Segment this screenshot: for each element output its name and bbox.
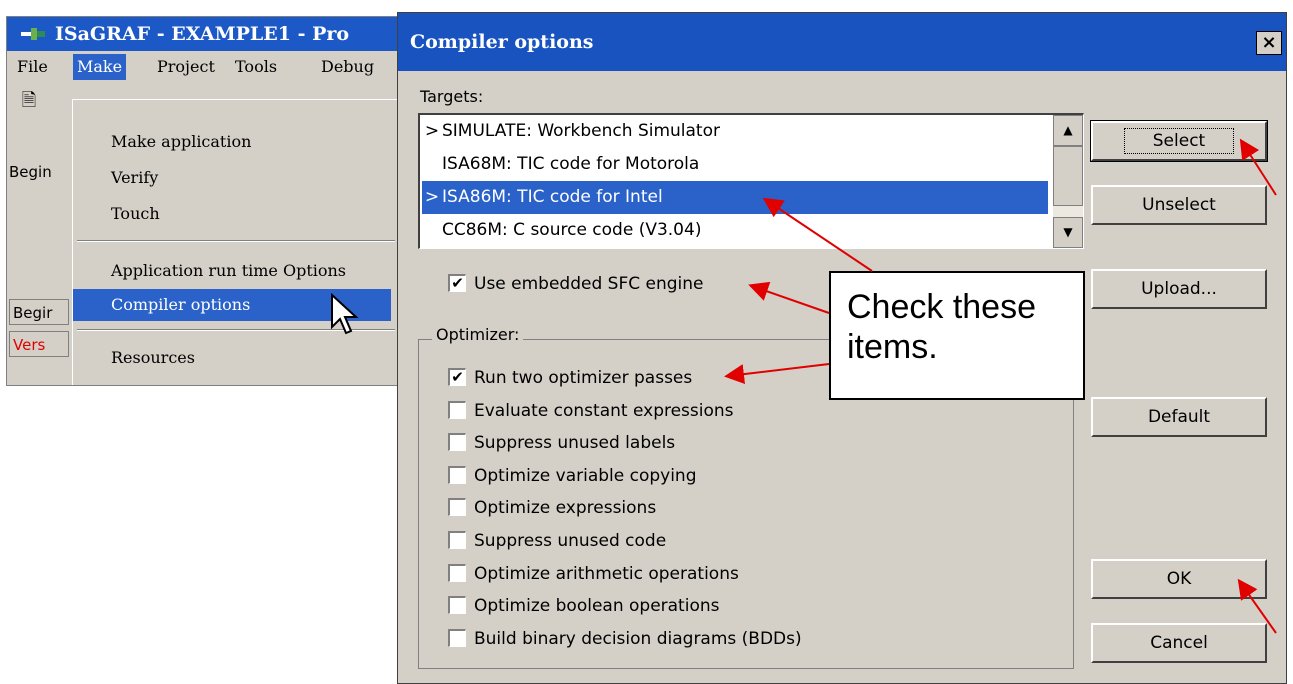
- annotation-arrows: [724, 138, 1277, 634]
- arrow-to-two-passes: [724, 363, 830, 385]
- arrow-to-select: [1239, 138, 1277, 196]
- arrow-to-isa86m: [762, 197, 873, 272]
- arrow-to-sfc-engine: [748, 281, 830, 314]
- arrow-to-ok: [1237, 578, 1277, 634]
